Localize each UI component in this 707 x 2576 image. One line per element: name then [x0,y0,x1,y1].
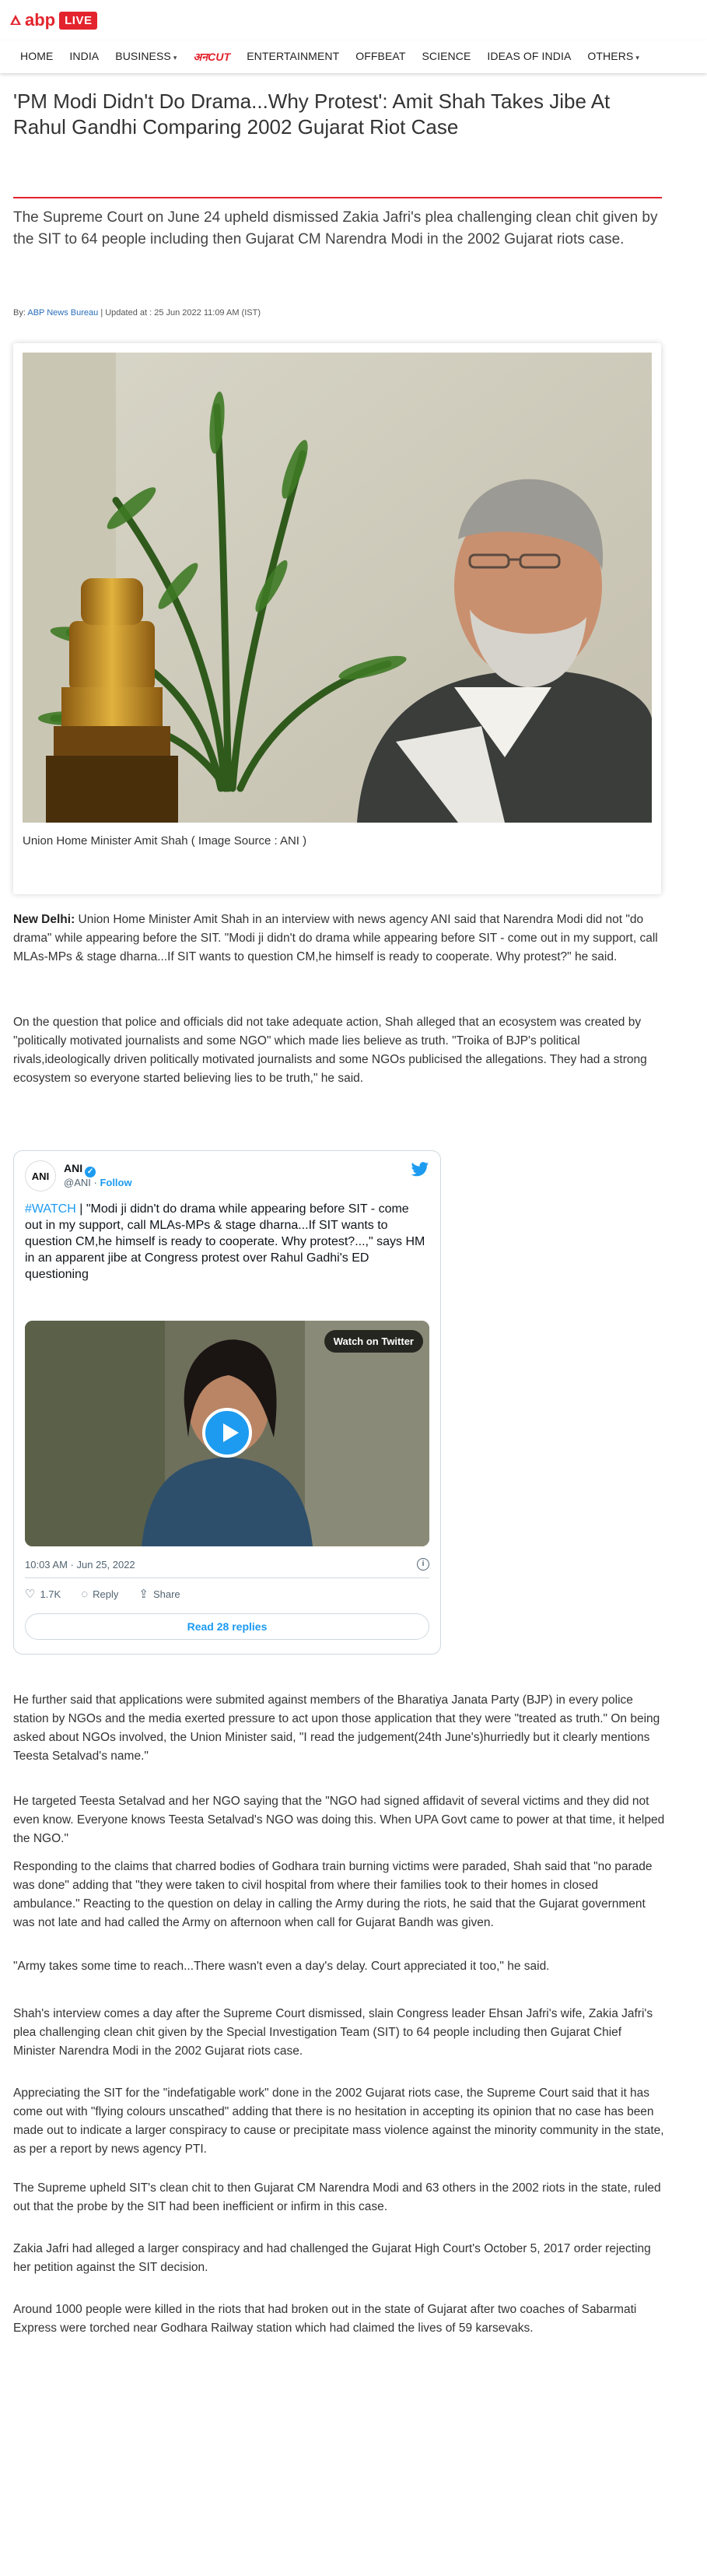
abp-wordmark: abp [9,10,55,30]
nav-list: HOME INDIA BUSINESS ▾ अनCUT ENTERTAINMENT… [20,50,656,65]
reply-icon: ◌ [81,1587,89,1601]
tweet-timestamp[interactable]: 10:03 AM · Jun 25, 2022 [25,1559,135,1571]
tweet-avatar[interactable]: ANI [25,1160,56,1191]
top-bar: abp LIVE [0,0,707,39]
nav-item-ancut[interactable]: अनCUT [193,50,230,65]
twitter-bird-icon[interactable] [411,1162,429,1177]
share-label: Share [152,1588,180,1600]
lead-image-illustration [23,353,652,823]
reply-label: Reply [93,1588,119,1600]
tweet-body: | "Modi ji didn't do drama while appeari… [25,1202,425,1281]
like-button[interactable]: ♡ 1.7K [25,1587,61,1601]
tweet-handle-row: @ANI · Follow [64,1177,132,1188]
tweet-handle[interactable]: @ANI [64,1177,91,1188]
tweet-text: #WATCH | "Modi ji didn't do drama while … [25,1201,429,1283]
nav-item-others-label: OTHERS [587,50,634,62]
paragraph-9: The Supreme upheld SIT's clean chit to t… [13,2181,661,2213]
embedded-tweet: ANI ANI ✓ @ANI · Follow #WATCH | "Modi ji… [13,1150,441,1655]
paragraph-11: Around 1000 people were killed in the ri… [13,2303,637,2335]
nav-item-entertainment[interactable]: ENTERTAINMENT [247,50,339,65]
paragraph-10: Zakia Jafri had alleged a larger conspir… [13,2242,651,2274]
paragraph-1-text: Union Home Minister Amit Shah in an inte… [13,913,658,963]
nav-item-business-label: BUSINESS [115,50,171,62]
image-caption: Union Home Minister Amit Shah ( Image So… [23,834,307,848]
paragraph-1: New Delhi: Union Home Minister Amit Shah… [13,911,667,967]
byline-prefix: By: [13,308,26,318]
abp-logo-icon [10,15,21,25]
tweet-author-name: ANI [64,1162,83,1174]
tweet-video[interactable]: Watch on Twitter [25,1321,429,1546]
info-icon[interactable]: i [417,1558,429,1571]
follow-button[interactable]: Follow [100,1177,131,1188]
paragraph-8: Appreciating the SIT for the "indefatiga… [13,2086,664,2156]
byline-author-link[interactable]: ABP News Bureau [27,308,98,318]
nav-item-others[interactable]: OTHERS ▾ [587,50,639,65]
watch-on-twitter-button[interactable]: Watch on Twitter [324,1330,423,1353]
paragraph-4: He targeted Teesta Setalvad and her NGO … [13,1795,665,1845]
nav-item-ideas-of-india[interactable]: IDEAS OF INDIA [487,50,571,65]
lead-image-card: Union Home Minister Amit Shah ( Image So… [13,343,661,894]
byline: By: ABP News Bureau | Updated at : 25 Ju… [13,308,261,318]
tweet-actions: ♡ 1.7K ◌ Reply ⇪ Share [25,1587,201,1602]
reply-button[interactable]: ◌ Reply [81,1587,118,1601]
lead-image [23,353,652,823]
nav-item-offbeat[interactable]: OFFBEAT [355,50,405,65]
play-icon[interactable] [202,1408,252,1458]
paragraph-7: Shah's interview comes a day after the S… [13,2007,653,2058]
share-icon: ⇪ [138,1588,149,1601]
nav-item-india[interactable]: INDIA [69,50,99,65]
paragraph-2: On the question that police and official… [13,1016,647,1085]
like-count: 1.7K [40,1588,61,1600]
main-nav: HOME INDIA BUSINESS ▾ अनCUT ENTERTAINMENT… [0,40,707,73]
nav-item-home[interactable]: HOME [20,50,53,65]
tweet-hashtag[interactable]: #WATCH [25,1202,76,1216]
heart-icon: ♡ [25,1588,36,1601]
live-badge: LIVE [59,11,98,30]
nav-item-business[interactable]: BUSINESS ▾ [115,50,177,65]
nav-item-science[interactable]: SCIENCE [422,50,471,65]
paragraph-5: Responding to the claims that charred bo… [13,1860,653,1929]
article-subhead: The Supreme Court on June 24 upheld dism… [13,209,658,247]
byline-updated: | Updated at : 25 Jun 2022 11:09 AM (IST… [100,308,261,318]
brand-name: abp [25,10,56,30]
chevron-down-icon: ▾ [635,54,639,61]
paragraph-3: He further said that applications were s… [13,1693,660,1763]
chevron-down-icon: ▾ [173,54,177,61]
dateline: New Delhi: [13,913,75,926]
tweet-author[interactable]: ANI ✓ [64,1162,96,1177]
article-headline: 'PM Modi Didn't Do Drama...Why Protest':… [13,89,611,139]
share-button[interactable]: ⇪ Share [138,1587,180,1601]
headline-divider [13,197,662,198]
paragraph-6: "Army takes some time to reach...There w… [13,1960,550,1973]
read-replies-button[interactable]: Read 28 replies [25,1613,429,1640]
verified-badge-icon: ✓ [85,1167,96,1177]
site-logo[interactable]: abp LIVE [9,9,98,31]
